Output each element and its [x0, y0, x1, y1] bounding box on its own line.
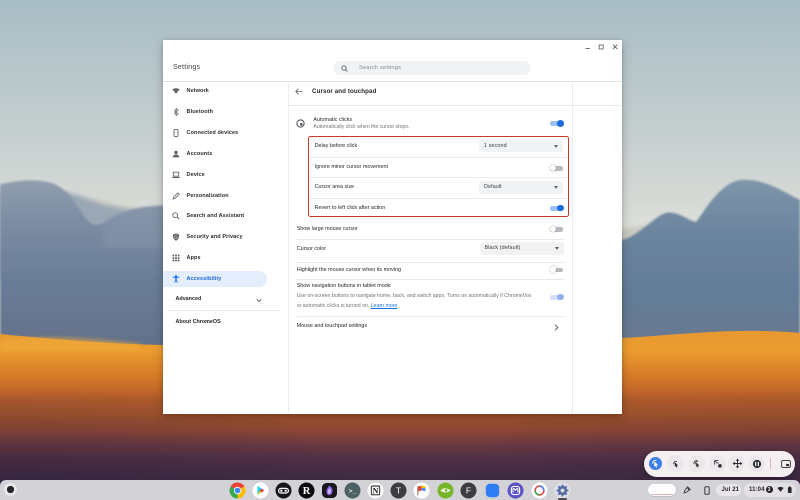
svg-text:>_: >_	[349, 488, 357, 495]
svg-text:N: N	[373, 486, 379, 495]
svg-text:R: R	[303, 486, 311, 497]
svg-text:F: F	[466, 485, 471, 495]
svg-text:G: G	[174, 235, 178, 240]
svg-text:T: T	[396, 485, 401, 495]
